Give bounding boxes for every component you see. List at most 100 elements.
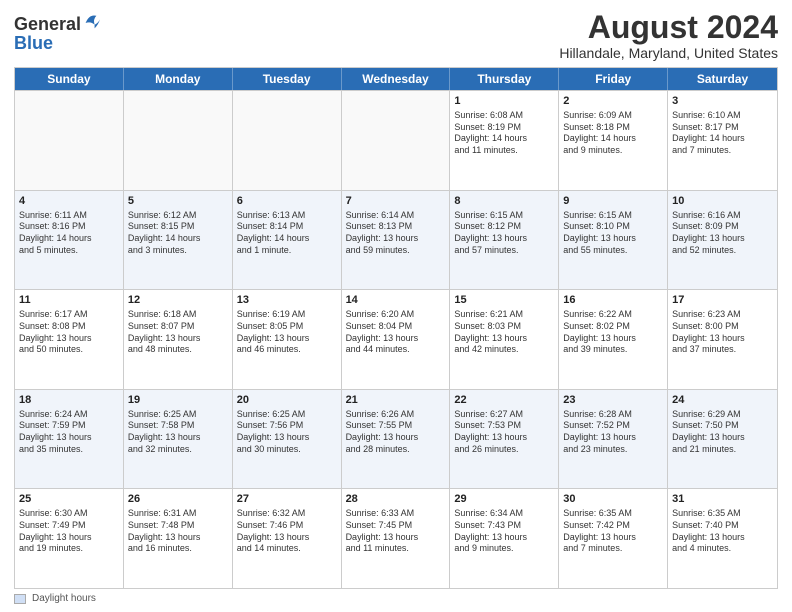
day-cell-26: 26Sunrise: 6:31 AM Sunset: 7:48 PM Dayli… [124, 489, 233, 588]
day-info: Sunrise: 6:26 AM Sunset: 7:55 PM Dayligh… [346, 409, 446, 456]
day-info: Sunrise: 6:12 AM Sunset: 8:15 PM Dayligh… [128, 210, 228, 257]
week-row-5: 25Sunrise: 6:30 AM Sunset: 7:49 PM Dayli… [15, 488, 777, 588]
day-number: 16 [563, 293, 663, 308]
week-row-2: 4Sunrise: 6:11 AM Sunset: 8:16 PM Daylig… [15, 190, 777, 290]
day-info: Sunrise: 6:15 AM Sunset: 8:12 PM Dayligh… [454, 210, 554, 257]
day-number: 1 [454, 94, 554, 109]
header: General Blue August 2024 Hillandale, Mar… [14, 10, 778, 61]
main-title: August 2024 [559, 10, 778, 45]
day-info: Sunrise: 6:24 AM Sunset: 7:59 PM Dayligh… [19, 409, 119, 456]
day-info: Sunrise: 6:20 AM Sunset: 8:04 PM Dayligh… [346, 309, 446, 356]
day-info: Sunrise: 6:25 AM Sunset: 7:58 PM Dayligh… [128, 409, 228, 456]
day-cell-13: 13Sunrise: 6:19 AM Sunset: 8:05 PM Dayli… [233, 290, 342, 389]
day-number: 26 [128, 492, 228, 507]
day-cell-empty-3 [342, 91, 451, 190]
day-number: 6 [237, 194, 337, 209]
day-number: 17 [672, 293, 773, 308]
day-cell-8: 8Sunrise: 6:15 AM Sunset: 8:12 PM Daylig… [450, 191, 559, 290]
day-number: 22 [454, 393, 554, 408]
page: General Blue August 2024 Hillandale, Mar… [0, 0, 792, 612]
day-info: Sunrise: 6:10 AM Sunset: 8:17 PM Dayligh… [672, 110, 773, 157]
week-row-1: 1Sunrise: 6:08 AM Sunset: 8:19 PM Daylig… [15, 90, 777, 190]
day-cell-17: 17Sunrise: 6:23 AM Sunset: 8:00 PM Dayli… [668, 290, 777, 389]
day-number: 5 [128, 194, 228, 209]
day-cell-15: 15Sunrise: 6:21 AM Sunset: 8:03 PM Dayli… [450, 290, 559, 389]
day-number: 28 [346, 492, 446, 507]
day-info: Sunrise: 6:23 AM Sunset: 8:00 PM Dayligh… [672, 309, 773, 356]
day-cell-19: 19Sunrise: 6:25 AM Sunset: 7:58 PM Dayli… [124, 390, 233, 489]
logo-bird-icon [82, 12, 100, 34]
day-cell-12: 12Sunrise: 6:18 AM Sunset: 8:07 PM Dayli… [124, 290, 233, 389]
header-day-sunday: Sunday [15, 68, 124, 90]
day-cell-27: 27Sunrise: 6:32 AM Sunset: 7:46 PM Dayli… [233, 489, 342, 588]
day-number: 14 [346, 293, 446, 308]
day-number: 2 [563, 94, 663, 109]
day-cell-7: 7Sunrise: 6:14 AM Sunset: 8:13 PM Daylig… [342, 191, 451, 290]
day-cell-5: 5Sunrise: 6:12 AM Sunset: 8:15 PM Daylig… [124, 191, 233, 290]
day-number: 9 [563, 194, 663, 209]
day-cell-2: 2Sunrise: 6:09 AM Sunset: 8:18 PM Daylig… [559, 91, 668, 190]
calendar-body: 1Sunrise: 6:08 AM Sunset: 8:19 PM Daylig… [15, 90, 777, 588]
day-number: 23 [563, 393, 663, 408]
day-cell-9: 9Sunrise: 6:15 AM Sunset: 8:10 PM Daylig… [559, 191, 668, 290]
legend-label: Daylight hours [32, 593, 96, 604]
day-cell-4: 4Sunrise: 6:11 AM Sunset: 8:16 PM Daylig… [15, 191, 124, 290]
day-cell-1: 1Sunrise: 6:08 AM Sunset: 8:19 PM Daylig… [450, 91, 559, 190]
logo: General Blue [14, 14, 100, 52]
day-info: Sunrise: 6:14 AM Sunset: 8:13 PM Dayligh… [346, 210, 446, 257]
day-info: Sunrise: 6:22 AM Sunset: 8:02 PM Dayligh… [563, 309, 663, 356]
day-info: Sunrise: 6:35 AM Sunset: 7:42 PM Dayligh… [563, 508, 663, 555]
day-number: 7 [346, 194, 446, 209]
day-info: Sunrise: 6:25 AM Sunset: 7:56 PM Dayligh… [237, 409, 337, 456]
day-info: Sunrise: 6:19 AM Sunset: 8:05 PM Dayligh… [237, 309, 337, 356]
header-day-saturday: Saturday [668, 68, 777, 90]
day-info: Sunrise: 6:34 AM Sunset: 7:43 PM Dayligh… [454, 508, 554, 555]
day-info: Sunrise: 6:13 AM Sunset: 8:14 PM Dayligh… [237, 210, 337, 257]
day-number: 13 [237, 293, 337, 308]
day-cell-31: 31Sunrise: 6:35 AM Sunset: 7:40 PM Dayli… [668, 489, 777, 588]
day-number: 25 [19, 492, 119, 507]
day-cell-20: 20Sunrise: 6:25 AM Sunset: 7:56 PM Dayli… [233, 390, 342, 489]
day-number: 31 [672, 492, 773, 507]
day-info: Sunrise: 6:17 AM Sunset: 8:08 PM Dayligh… [19, 309, 119, 356]
subtitle: Hillandale, Maryland, United States [559, 45, 778, 61]
day-number: 4 [19, 194, 119, 209]
legend-color-box [14, 594, 26, 604]
day-number: 8 [454, 194, 554, 209]
day-info: Sunrise: 6:32 AM Sunset: 7:46 PM Dayligh… [237, 508, 337, 555]
day-info: Sunrise: 6:35 AM Sunset: 7:40 PM Dayligh… [672, 508, 773, 555]
day-number: 24 [672, 393, 773, 408]
day-info: Sunrise: 6:30 AM Sunset: 7:49 PM Dayligh… [19, 508, 119, 555]
day-cell-10: 10Sunrise: 6:16 AM Sunset: 8:09 PM Dayli… [668, 191, 777, 290]
day-info: Sunrise: 6:21 AM Sunset: 8:03 PM Dayligh… [454, 309, 554, 356]
day-cell-empty-1 [124, 91, 233, 190]
day-number: 20 [237, 393, 337, 408]
day-cell-14: 14Sunrise: 6:20 AM Sunset: 8:04 PM Dayli… [342, 290, 451, 389]
day-cell-25: 25Sunrise: 6:30 AM Sunset: 7:49 PM Dayli… [15, 489, 124, 588]
day-number: 21 [346, 393, 446, 408]
header-day-friday: Friday [559, 68, 668, 90]
logo-blue-text: Blue [14, 34, 100, 52]
day-number: 30 [563, 492, 663, 507]
day-number: 19 [128, 393, 228, 408]
header-day-tuesday: Tuesday [233, 68, 342, 90]
day-cell-3: 3Sunrise: 6:10 AM Sunset: 8:17 PM Daylig… [668, 91, 777, 190]
day-number: 15 [454, 293, 554, 308]
logo-general-text: General [14, 15, 81, 33]
day-number: 18 [19, 393, 119, 408]
day-cell-28: 28Sunrise: 6:33 AM Sunset: 7:45 PM Dayli… [342, 489, 451, 588]
day-cell-23: 23Sunrise: 6:28 AM Sunset: 7:52 PM Dayli… [559, 390, 668, 489]
day-number: 27 [237, 492, 337, 507]
day-info: Sunrise: 6:15 AM Sunset: 8:10 PM Dayligh… [563, 210, 663, 257]
header-day-wednesday: Wednesday [342, 68, 451, 90]
day-cell-24: 24Sunrise: 6:29 AM Sunset: 7:50 PM Dayli… [668, 390, 777, 489]
day-info: Sunrise: 6:16 AM Sunset: 8:09 PM Dayligh… [672, 210, 773, 257]
day-cell-22: 22Sunrise: 6:27 AM Sunset: 7:53 PM Dayli… [450, 390, 559, 489]
day-cell-empty-2 [233, 91, 342, 190]
day-info: Sunrise: 6:31 AM Sunset: 7:48 PM Dayligh… [128, 508, 228, 555]
day-info: Sunrise: 6:18 AM Sunset: 8:07 PM Dayligh… [128, 309, 228, 356]
footer: Daylight hours [14, 593, 778, 604]
day-number: 11 [19, 293, 119, 308]
day-number: 10 [672, 194, 773, 209]
day-info: Sunrise: 6:28 AM Sunset: 7:52 PM Dayligh… [563, 409, 663, 456]
